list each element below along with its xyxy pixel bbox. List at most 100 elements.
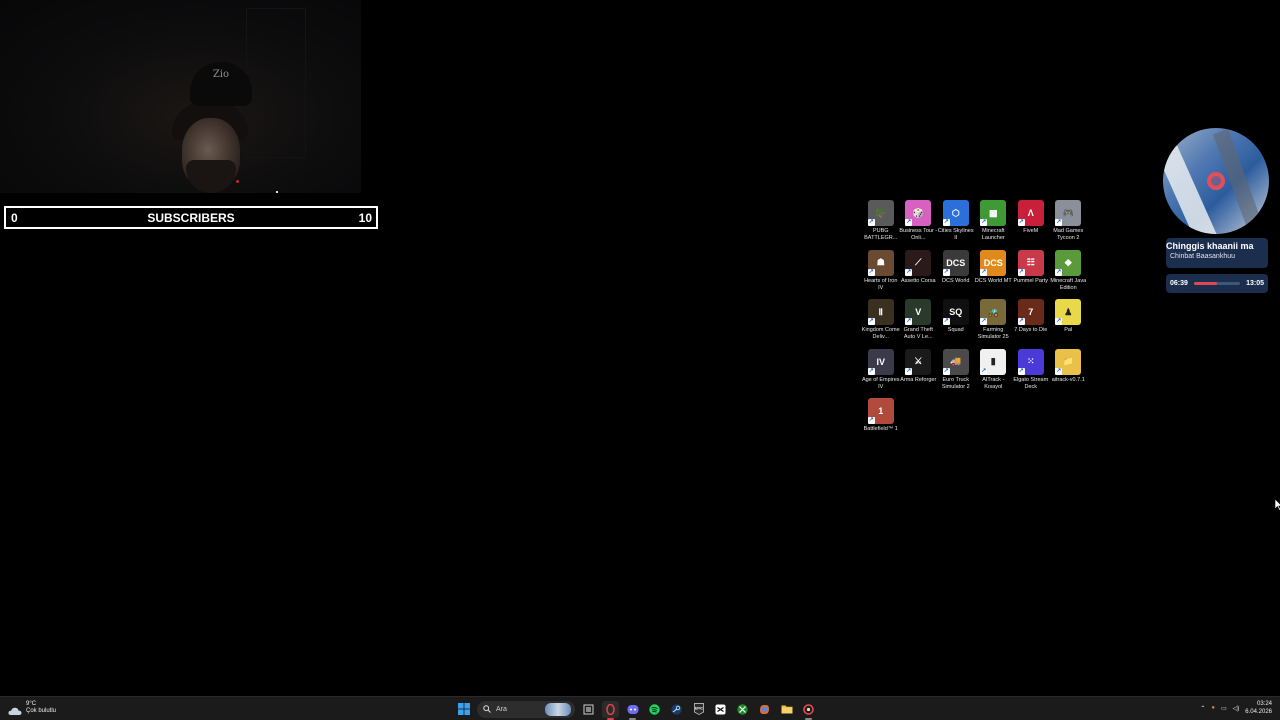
app-icon: DCS ↗ [942,249,969,276]
app-icon: 🚚 ↗ [942,348,969,375]
song-title: Chinggis khaanii ma [1166,241,1254,251]
now-playing-card[interactable]: Chinggis khaanii ma Chinbat Baasankhuu [1166,238,1268,268]
desktop-icon[interactable]: 7 ↗ 7 Days to Die [1012,299,1050,349]
desktop-icon-label: 7 Days to Die [1014,327,1048,333]
desktop-icon[interactable]: ⚔ ↗ Arma Reforger [900,348,938,399]
capcut-icon [715,704,726,714]
desktop-icon-label: Battlefield™ 1 [863,426,898,432]
weather-widget[interactable]: 9°C Çok bulutlu [8,701,56,715]
app-glyph: 🚚 [950,356,962,366]
start-button[interactable] [455,701,472,718]
desktop-icon[interactable]: ◆ ↗ Minecraft Java Edition [1050,249,1088,300]
desktop-icon[interactable]: DCS ↗ DCS World MT [975,249,1013,300]
weather-desc: Çok bulutlu [26,708,57,714]
desktop-icon[interactable]: ▩ ↗ Minecraft Launcher [975,200,1013,250]
desktop-icon-label: Kingdom Come Deliv... [861,327,900,340]
opera-gx-button[interactable] [602,700,619,720]
spotify-button[interactable] [646,701,663,718]
shortcut-arrow-icon: ↗ [1017,318,1025,325]
desktop-icon[interactable]: Λ ↗ FiveM [1012,200,1050,250]
clock[interactable]: 03:24 6.04.2026 [1245,700,1272,716]
volume-icon[interactable]: ◁) [1233,705,1240,712]
desktop-icon-label: Pummel Party [1013,277,1049,284]
svg-text:EPIC: EPIC [695,707,703,711]
desktop-icon[interactable]: 🎲 ↗ Business Tour - Onli... [899,200,938,250]
shortcut-arrow-icon: ↗ [1055,367,1063,375]
desktop-icon[interactable]: ☷ ↗ Pummel Party [1012,249,1050,300]
network-icon[interactable]: ▭ [1221,705,1227,712]
desktop-icon[interactable]: 🚚 ↗ Euro Truck Simulator 2 [937,348,975,399]
app-icon: ⚔ ↗ [905,348,932,375]
desktop-icon[interactable]: 1 ↗ Battlefield™ 1 [862,398,900,448]
weather-temp: 9°C [26,701,37,707]
progress-track[interactable] [1193,282,1241,285]
goal-target-value: 10 [358,210,372,225]
desktop-icon[interactable]: 🎮 ↗ Mad Games Tycoon 2 [1050,200,1088,250]
capcut-button[interactable] [712,701,729,718]
desktop-icon[interactable]: 🪖 ↗ PUBG BATTLEGR... [862,200,900,250]
discord-button[interactable] [624,701,641,720]
app-glyph: 🎲 [912,207,924,218]
discord-icon [627,704,638,714]
steam-button[interactable] [668,701,685,718]
desktop-icon[interactable]: 🚜 ↗ Farming Simulator 25 [975,299,1013,349]
desktop-icon-label: Business Tour - Onli... [899,228,938,241]
chevron-up-icon[interactable]: ⌃ [1200,705,1205,712]
shortcut-arrow-icon: ↗ [942,367,950,375]
shortcut-arrow-icon: ↗ [942,268,950,276]
desktop-icon-grid: 🪖 ↗ PUBG BATTLEGR... 🎲 ↗ Business Tour - Onli… [862,200,1090,448]
epic-games-button[interactable]: EPIC [690,701,707,718]
app-glyph: SQ [949,307,963,317]
task-view-button[interactable] [580,701,597,718]
desktop-icon[interactable]: SQ ↗ Squad [937,299,975,349]
map-pin-icon [1207,172,1225,190]
elapsed-time: 06:39 [1170,280,1188,287]
system-tray: ⌃ ● ▭ ◁) 03:24 6.04.2026 [1200,700,1272,716]
app-icon: ▮ ↗ [980,348,1007,375]
shortcut-arrow-icon: ↗ [1055,268,1063,276]
app-icon: SQ ↗ [942,299,969,325]
app-icon: 🎮 ↗ [1055,200,1082,226]
app-glyph: DCS [983,257,1003,268]
app-icon: 📁 ↗ [1055,348,1082,375]
app-glyph: IV [876,356,885,367]
taskbar-search[interactable]: Ara [477,700,575,718]
copilot-button[interactable] [756,701,773,718]
shortcut-arrow-icon: ↗ [980,268,988,276]
desktop-icon-label: aitrack-v0.7.1 [1051,376,1085,383]
desktop-icon[interactable]: ⟋ ↗ Assetto Corsa [900,249,938,300]
desktop-icon-label: Pal [1064,327,1073,333]
shortcut-arrow-icon: ↗ [905,268,913,276]
app-icon: ▩ ↗ [980,200,1007,226]
desktop-icon[interactable]: ☗ ↗ Hearts of Iron IV [862,249,900,300]
desktop-icon-label: Farming Simulator 25 [977,327,1009,340]
app-glyph: ⟋ [915,257,922,267]
shortcut-arrow-icon: ↗ [867,219,875,226]
microphone-icon[interactable]: ● [1211,705,1215,711]
desktop-icon[interactable]: Ⅱ ↗ Kingdom Come Deliv... [862,299,900,349]
app-icon: ◆ ↗ [1055,249,1082,276]
file-explorer-button[interactable] [778,701,795,718]
app-glyph: Ⅱ [878,306,883,317]
desktop-icon[interactable]: V ↗ Grand Theft Auto V Le... [900,299,938,349]
light-dot [276,191,278,193]
desktop-icon[interactable]: ⬡ ↗ Cities Skylines II [937,200,975,250]
desktop-icon[interactable]: ♟ ↗ Pal [1050,299,1088,349]
app-glyph: 🎮 [1062,207,1074,218]
shortcut-arrow-icon: ↗ [867,318,875,325]
shortcut-arrow-icon: ↗ [1017,268,1025,276]
xbox-button[interactable] [734,701,751,718]
desktop-icon[interactable]: ⁙ ↗ Elgato Stream Deck [1012,348,1050,399]
desktop-icon[interactable]: IV ↗ Age of Empires IV [861,348,900,399]
app-glyph: ⚔ [914,356,923,366]
task-view-icon [583,704,594,714]
app-icon: ⁙ ↗ [1017,348,1044,375]
desktop-icon[interactable]: 📁 ↗ aitrack-v0.7.1 [1050,348,1088,399]
app-glyph: 🪖 [875,207,887,218]
desktop-icon[interactable]: DCS ↗ DCS World [937,249,975,300]
desktop-icon-label: Age of Empires IV [861,376,900,390]
desktop-icon[interactable]: ▮ ↗ AITrack - Kısayol [975,348,1013,399]
shortcut-arrow-icon: ↗ [980,318,988,325]
app-tray-button[interactable] [800,701,817,720]
app-icon: DCS ↗ [980,249,1007,276]
